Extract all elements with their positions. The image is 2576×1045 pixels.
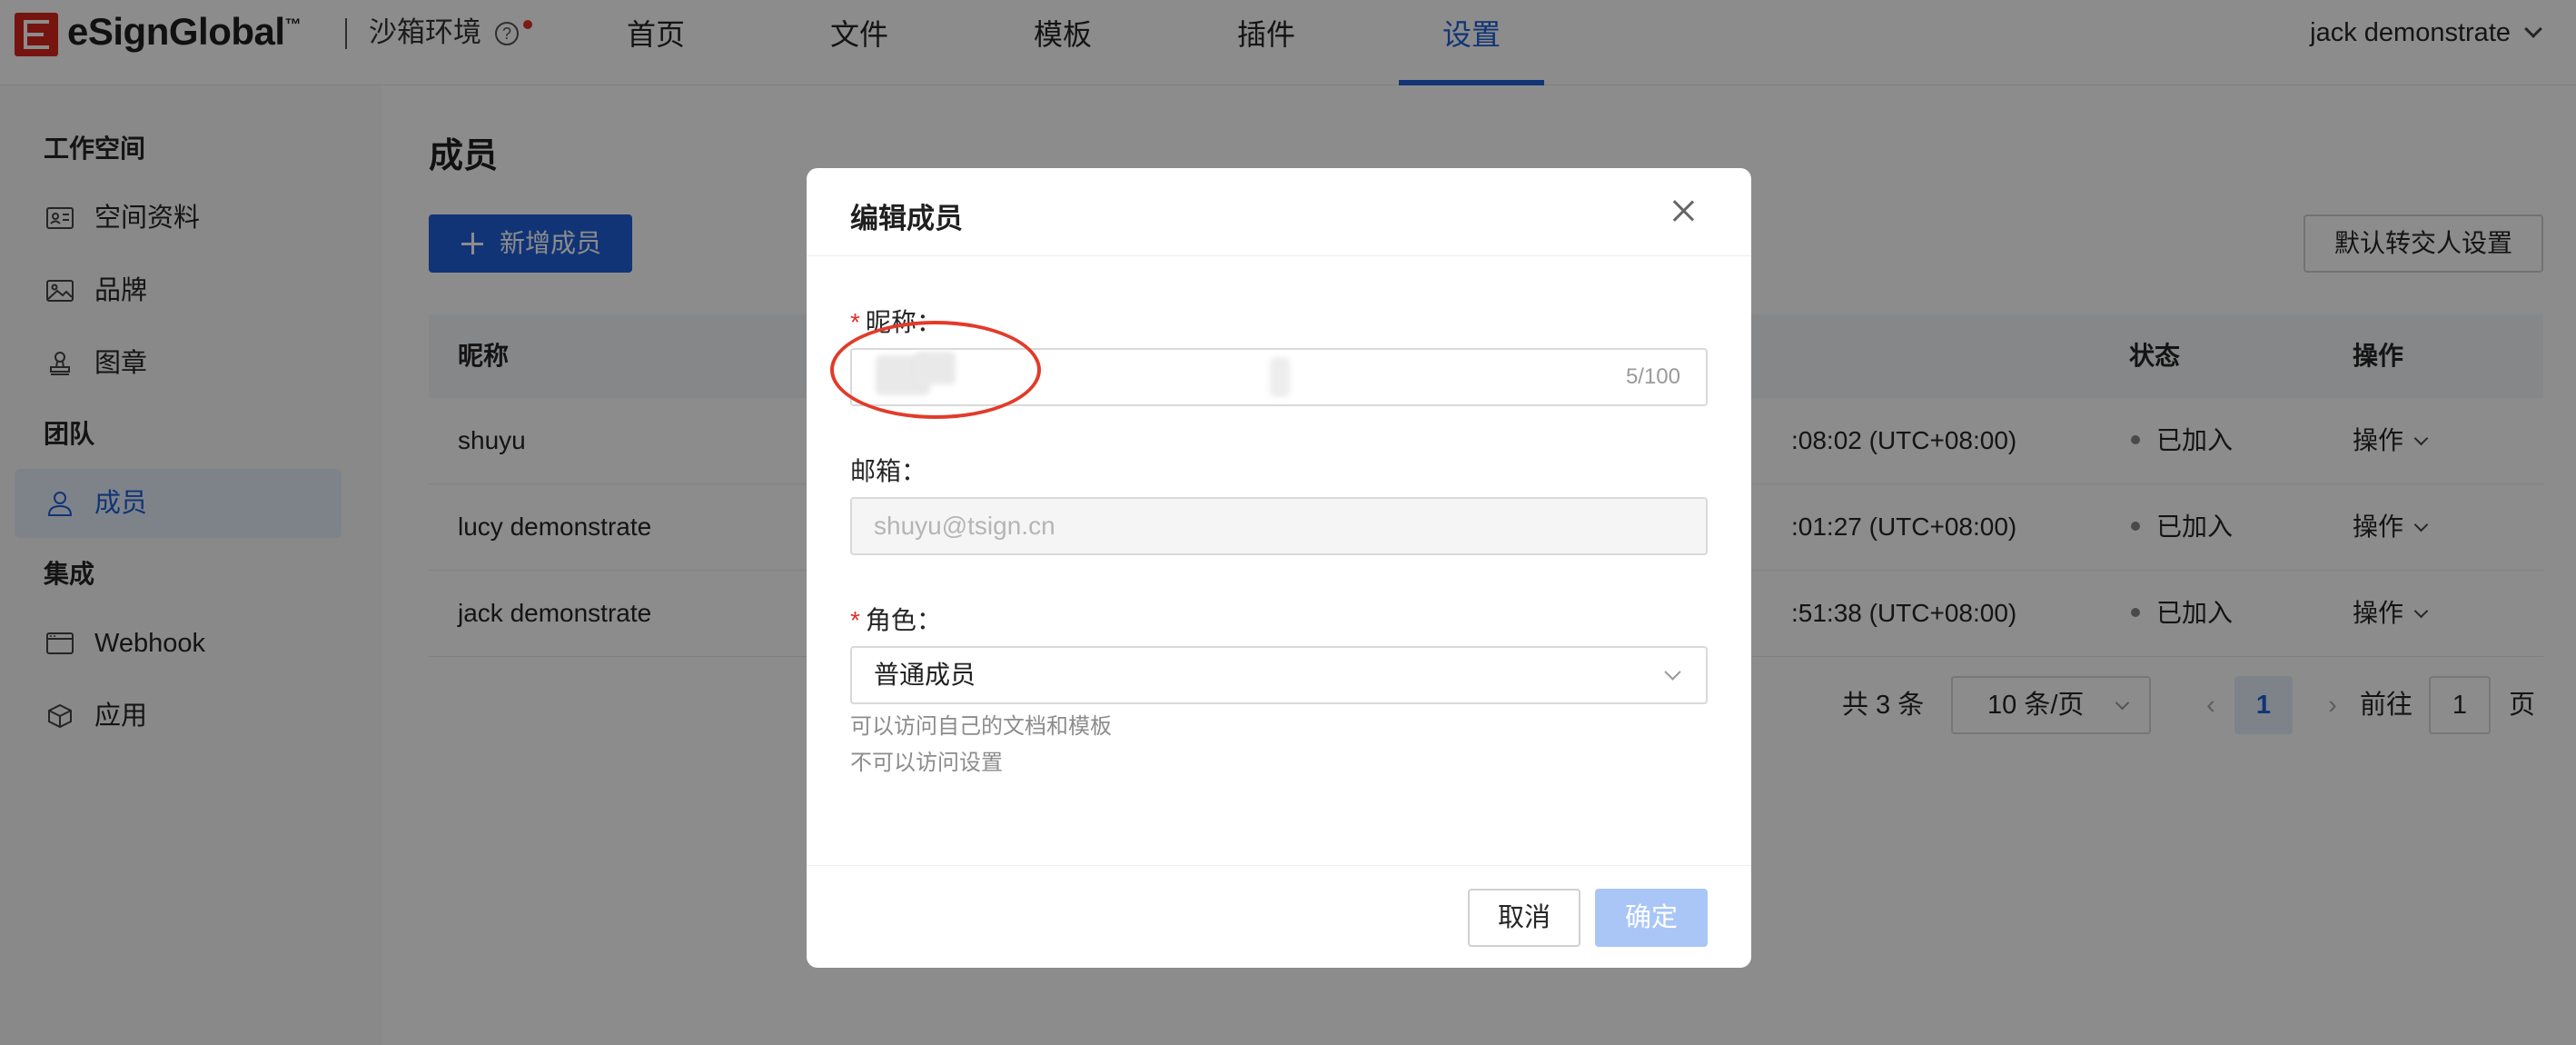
annotation-circle xyxy=(830,321,1041,419)
required-mark: * xyxy=(850,308,860,336)
dialog-title: 编辑成员 xyxy=(850,203,963,234)
required-mark: * xyxy=(850,606,860,634)
chevron-down-icon xyxy=(1664,663,1681,681)
nickname-counter: 5/100 xyxy=(1625,364,1680,389)
confirm-button[interactable]: 确定 xyxy=(1595,889,1708,947)
role-value: 普通成员 xyxy=(874,661,976,689)
edit-member-dialog: 编辑成员 * 昵称： 5/100 邮箱： shuyu@tsign.cn * 角色： … xyxy=(807,168,1751,968)
close-icon[interactable] xyxy=(1671,199,1695,223)
email-label: 邮箱： xyxy=(850,457,927,485)
role-label: * 角色： xyxy=(850,606,942,634)
role-hint-documents: 可以访问自己的文档和模板 xyxy=(850,714,1112,739)
role-hint-settings: 不可以访问设置 xyxy=(850,751,1003,775)
dialog-header: 编辑成员 xyxy=(807,168,1751,256)
role-select[interactable]: 普通成员 xyxy=(850,646,1708,704)
email-field: shuyu@tsign.cn xyxy=(850,497,1708,555)
redacted-text xyxy=(1270,357,1290,397)
cancel-button[interactable]: 取消 xyxy=(1468,889,1580,947)
dialog-footer: 取消 确定 xyxy=(807,865,1751,968)
